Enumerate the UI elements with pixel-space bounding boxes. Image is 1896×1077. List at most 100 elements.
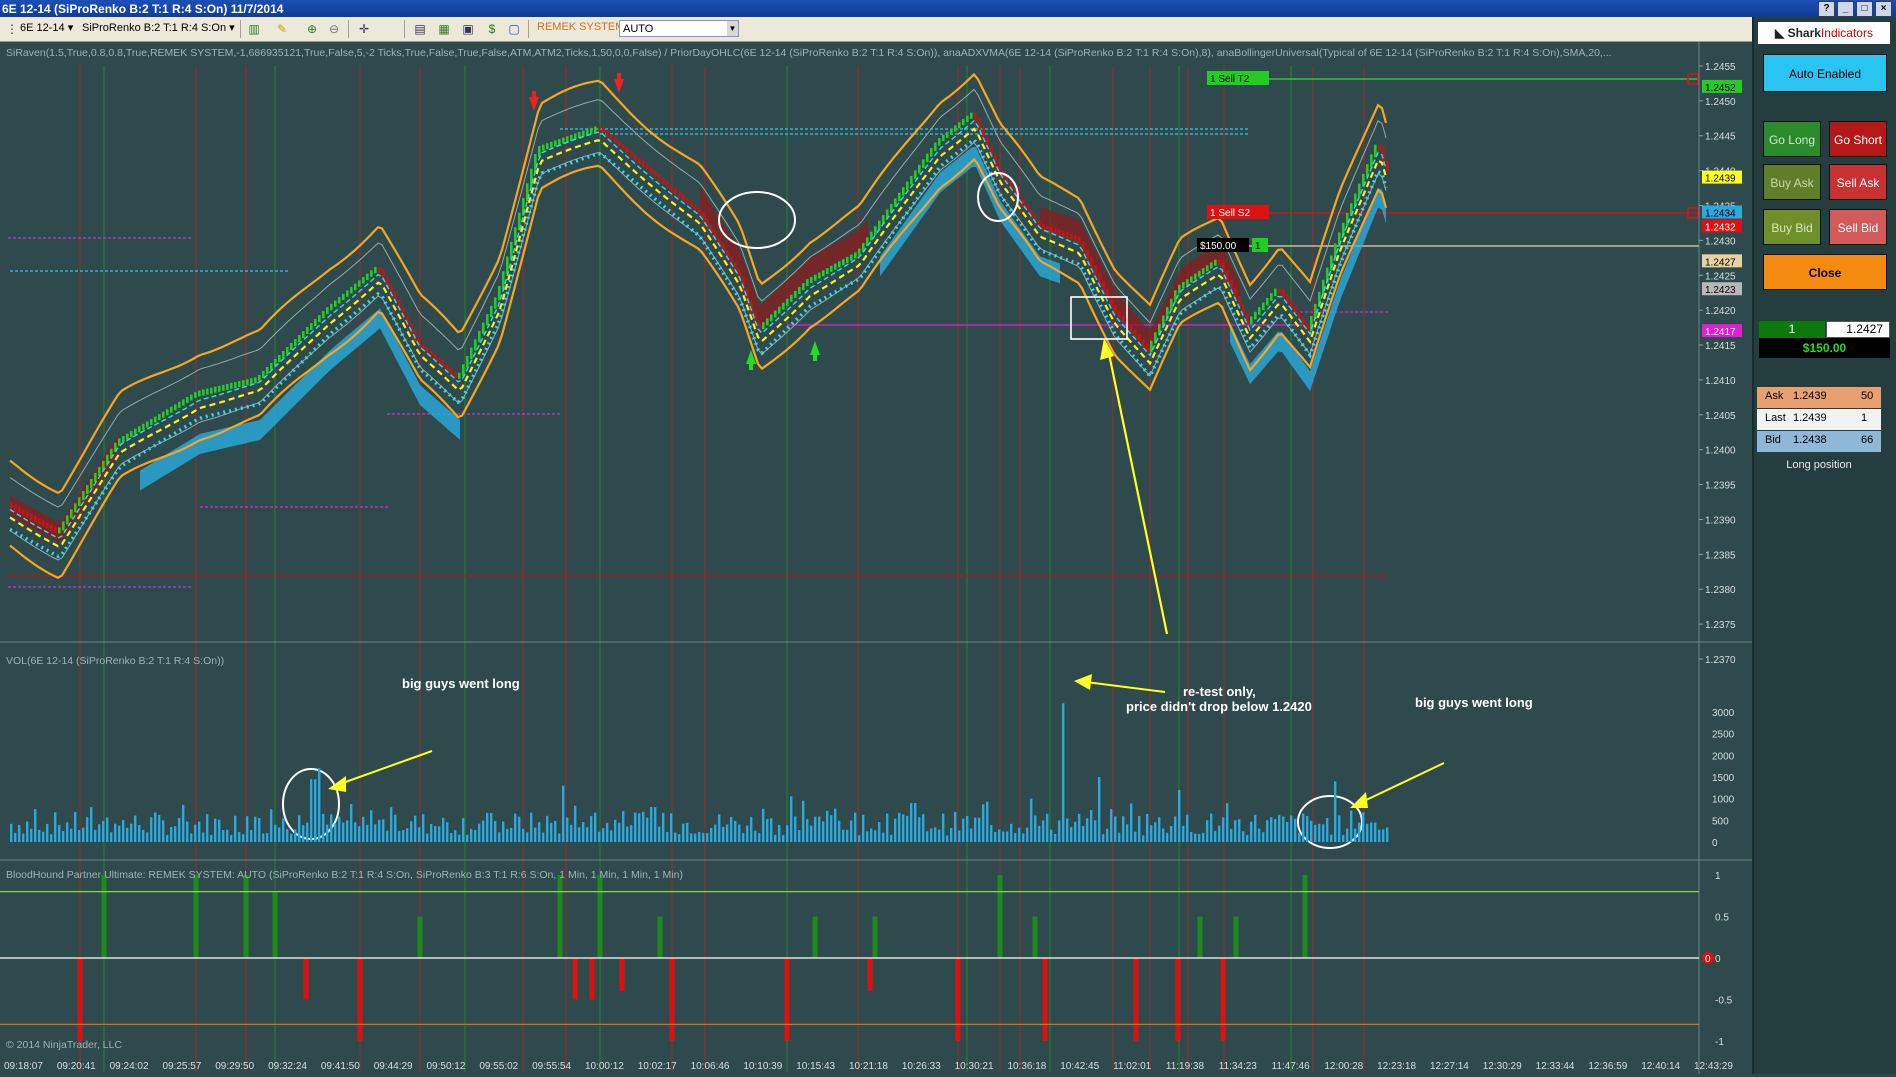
renko-bar [534,154,537,172]
volume-bar [598,831,601,842]
chart-area[interactable]: 1 Sell T2 1 Sell S2 $150.00 1 1.2455 1.2450 1… [0,42,1752,1074]
volume-bar [782,835,785,842]
volume-bar [1298,833,1301,842]
annotation-big-guys-1: big guys went long [402,676,520,691]
chart-canvas[interactable]: 1 Sell T2 1 Sell S2 $150.00 1 1.2455 1.2450 1… [0,42,1752,1074]
mode-dropdown[interactable]: AUTO ▼ [619,20,739,37]
renko-bar [650,167,653,174]
price-badge: 1.2434 [1705,208,1736,219]
volume-bar [898,812,901,842]
volume-bar [634,812,637,842]
renko-bar [594,126,597,133]
bh-zero-badge: 0 [1705,954,1711,965]
renko-bar [1026,203,1029,213]
bid-price: 1.2438 [1793,434,1827,446]
properties-icon[interactable]: ▤ [412,21,428,37]
renko-bar [482,322,485,334]
renko-bar [266,366,269,374]
renko-bar [198,390,201,397]
volume-bar [1014,833,1017,842]
volume-bar [1250,821,1253,842]
bloodhound-bar [589,958,595,1000]
maximize-button[interactable]: □ [1856,1,1873,17]
crosshair-icon[interactable]: ✛ [356,21,372,37]
volume-bar [362,816,365,842]
volume-bar [1146,813,1149,842]
close-position-button[interactable]: Close [1763,254,1887,290]
renko-bar [502,271,505,289]
sell-ask-button[interactable]: Sell Ask [1829,164,1887,200]
volume-bar [382,819,385,842]
zoom-in-icon[interactable]: ⊕ [304,21,320,37]
volume-bar [1098,777,1101,842]
volume-bar [754,830,757,842]
volume-bar [1002,831,1005,842]
volume-bar [34,809,37,842]
volume-bar [654,807,657,842]
volume-bar [1078,813,1081,842]
volume-bar [690,833,693,842]
volume-bar [1126,824,1129,842]
indicators-icon[interactable]: ▦ [436,21,452,37]
renko-bar [38,518,41,525]
renko-bar [454,371,457,379]
volume-bar [642,811,645,842]
bar-chart-icon[interactable]: ▥ [246,21,262,37]
volume-bar [1178,790,1181,842]
volume-bar [254,816,257,842]
bloodhound-bar [357,958,363,1041]
price-tick-label: 1.2415 [1705,341,1736,352]
bloodhound-bar [272,891,278,958]
help-button[interactable]: ? [1818,1,1835,17]
volume-bar [1194,833,1197,842]
renko-bar [1262,302,1265,311]
renko-bar [546,143,549,150]
dollar-icon[interactable]: $ [484,21,500,37]
volume-bar [514,813,517,842]
volume-bar [1258,828,1261,842]
renko-bar [194,392,197,399]
sell-bid-button[interactable]: Sell Bid [1829,209,1887,245]
renko-bar [138,426,141,433]
renko-bar [1130,325,1133,333]
volume-bar [30,828,33,842]
time-tick-label: 10:30:21 [955,1061,994,1072]
time-tick-label: 11:34:23 [1219,1061,1258,1072]
close-window-button[interactable]: × [1875,1,1892,17]
volume-bar [794,816,797,842]
go-short-button[interactable]: Go Short [1829,121,1887,157]
time-tick-label: 11:02:01 [1113,1061,1152,1072]
instrument-selector[interactable]: 6E 12-14 ▾ [20,21,73,34]
chart-type-selector[interactable]: SiProRenko B:2 T:1 R:4 S:On ▾ [82,21,235,34]
strategies-icon[interactable]: ▣ [460,21,476,37]
pencil-icon[interactable]: ✎ [274,21,290,37]
time-tick-label: 09:20:41 [57,1061,96,1072]
renko-bar [690,201,693,208]
buy-ask-button[interactable]: Buy Ask [1763,164,1821,200]
price-tick-label: 1.2420 [1705,306,1736,317]
volume-bar [158,814,161,842]
auto-enabled-button[interactable]: Auto Enabled [1763,54,1887,92]
renko-bar [642,160,645,168]
data-box-icon[interactable]: ▢ [506,21,522,37]
renko-bar [62,521,65,531]
renko-bar [222,384,225,391]
volume-bar [1010,823,1013,842]
volume-bar [454,830,457,842]
renko-bar [1250,316,1253,325]
buy-bid-button[interactable]: Buy Bid [1763,209,1821,245]
volume-bar [258,818,261,842]
minimize-button[interactable]: _ [1837,1,1854,17]
renko-bar [954,125,957,132]
renko-bar [86,485,89,495]
renko-bar [162,411,165,418]
volume-bar [402,829,405,842]
volume-bar [1382,829,1385,842]
renko-bar [1302,316,1305,326]
volume-bar [438,826,441,842]
bloodhound-bar [303,958,309,1000]
volume-bar [394,814,397,842]
go-long-button[interactable]: Go Long [1763,121,1821,157]
zoom-out-icon[interactable]: ⊖ [326,21,342,37]
price-tick-label: 1.2380 [1705,585,1736,596]
